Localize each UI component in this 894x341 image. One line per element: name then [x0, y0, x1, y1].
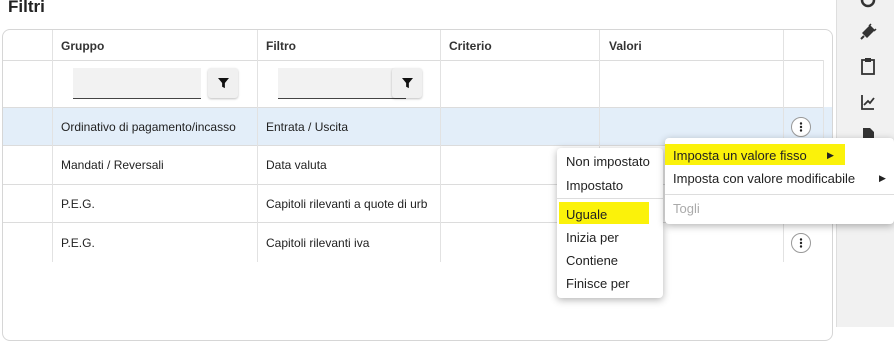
menu-item-finisce-per[interactable]: Finisce per	[566, 276, 630, 291]
filter-icon[interactable]	[208, 68, 238, 98]
header-valori[interactable]: Valori	[609, 39, 642, 53]
menu-item-togli: Togli	[673, 201, 700, 216]
page-title: Filtri	[8, 0, 45, 16]
row-4-filtro[interactable]: Capitoli rilevanti iva	[266, 236, 436, 250]
row-2-filtro[interactable]: Data valuta	[266, 158, 436, 172]
menu-item-imposta-valore-modificabile[interactable]: Imposta con valore modificabile	[673, 171, 855, 186]
clipboard-icon[interactable]	[858, 56, 878, 76]
menu-item-inizia-per[interactable]: Inizia per	[566, 230, 619, 245]
more-vert-icon[interactable]	[791, 117, 811, 137]
header-gruppo[interactable]: Gruppo	[61, 39, 104, 53]
gruppo-filter-input[interactable]	[73, 68, 201, 99]
menu-item-uguale[interactable]: Uguale	[566, 207, 607, 222]
menu-item-imposta-valore-fisso[interactable]: Imposta un valore fisso	[673, 148, 807, 163]
chart-export-icon[interactable]	[858, 92, 878, 112]
criteria-menu: Non impostato Impostato Uguale Inizia pe…	[557, 148, 663, 298]
row-4-gruppo[interactable]: P.E.G.	[61, 236, 95, 250]
menu-item-contiene[interactable]: Contiene	[566, 253, 618, 268]
filtro-filter-input[interactable]	[278, 68, 406, 99]
submenu-arrow-icon: ▶	[879, 173, 886, 183]
header-filtro[interactable]: Filtro	[266, 39, 296, 53]
menu-item-non-impostato[interactable]: Non impostato	[566, 154, 650, 169]
row-1-filtro[interactable]: Entrata / Uscita	[266, 120, 436, 134]
plug-icon[interactable]	[858, 22, 878, 42]
row-3-gruppo[interactable]: P.E.G.	[61, 197, 95, 211]
filter-icon[interactable]	[392, 68, 422, 98]
menu-item-impostato[interactable]: Impostato	[566, 178, 623, 193]
row-2-gruppo[interactable]: Mandati / Reversali	[61, 158, 164, 172]
more-vert-icon[interactable]	[791, 233, 811, 253]
value-menu: Imposta un valore fisso ▶ Imposta con va…	[665, 138, 894, 224]
row-3-filtro[interactable]: Capitoli rilevanti a quote di urb	[266, 197, 436, 211]
row-1-gruppo[interactable]: Ordinativo di pagamento/incasso	[61, 120, 236, 134]
settings-icon[interactable]	[858, 0, 878, 10]
submenu-arrow-icon: ▶	[827, 150, 834, 160]
header-criterio[interactable]: Criterio	[449, 39, 492, 53]
